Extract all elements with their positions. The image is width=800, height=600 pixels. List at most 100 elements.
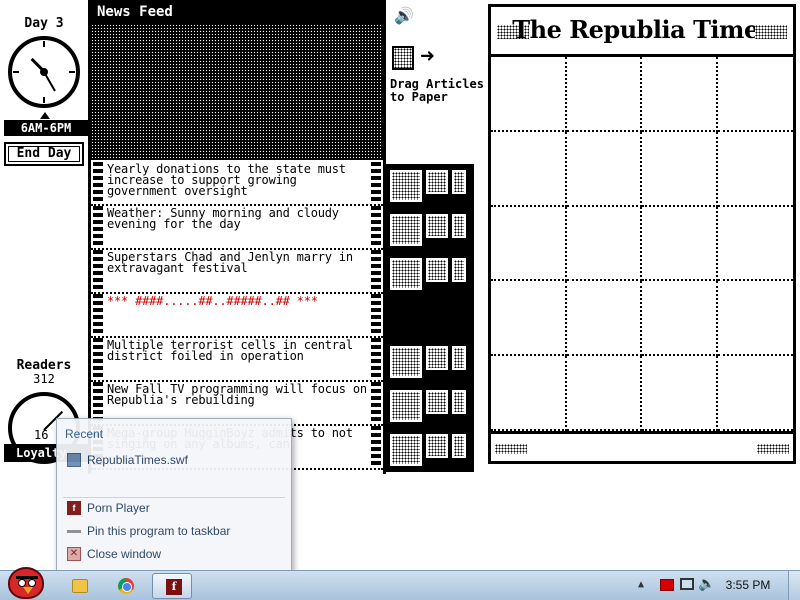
drop-cell[interactable]	[642, 131, 718, 207]
small-size-button[interactable]	[452, 258, 466, 282]
story-text: Multiple terrorist cells in central dist…	[107, 338, 353, 363]
drop-cell[interactable]	[566, 281, 642, 357]
drop-cell[interactable]	[566, 356, 642, 431]
taskbar: f ▲ 🔈 3:55 PM	[0, 567, 800, 600]
medium-size-button[interactable]	[426, 390, 448, 414]
flash-player-icon: f	[67, 501, 81, 515]
action-center-flag-icon[interactable]	[660, 579, 674, 591]
drop-cell[interactable]	[717, 57, 793, 132]
news-story[interactable]: Multiple terrorist cells in central dist…	[91, 338, 383, 382]
flash-player-icon: f	[166, 579, 182, 595]
drag-instruction: Drag Articles to Paper	[390, 77, 484, 104]
volume-icon[interactable]: 🔈	[698, 576, 715, 592]
medium-size-button[interactable]	[426, 170, 448, 194]
clock-icon	[8, 36, 80, 108]
size-buttons-row	[386, 428, 474, 472]
newspaper-layout: The Republia Times	[488, 4, 796, 464]
recent-file-label: RepubliaTimes.swf	[87, 453, 188, 467]
folder-icon	[72, 579, 88, 593]
drop-cell[interactable]	[717, 356, 793, 431]
drop-cell[interactable]	[491, 206, 567, 282]
drop-cell[interactable]	[642, 281, 718, 357]
show-desktop-button[interactable]	[788, 571, 800, 600]
drop-cell[interactable]	[491, 281, 567, 357]
large-size-button[interactable]	[390, 170, 422, 202]
drop-cell[interactable]	[491, 131, 567, 207]
loyalty-value: 16	[34, 428, 49, 442]
small-size-button[interactable]	[452, 390, 466, 414]
end-day-button[interactable]: End Day	[4, 142, 84, 166]
censored-story[interactable]: *** ####.....##..#####..## ***	[91, 294, 383, 338]
drop-cell[interactable]	[566, 206, 642, 282]
start-button[interactable]	[2, 563, 48, 600]
network-icon[interactable]	[680, 578, 694, 590]
drop-cell[interactable]	[566, 57, 642, 132]
newspaper-title: The Republia Times	[512, 15, 772, 44]
news-story[interactable]: Weather: Sunny morning and cloudy evenin…	[91, 206, 383, 250]
pin-label: Pin this program to taskbar	[87, 524, 231, 538]
story-text: Weather: Sunny morning and cloudy evenin…	[107, 206, 339, 231]
drop-cell[interactable]	[717, 132, 793, 207]
close-label: Close window	[87, 547, 162, 561]
drop-cell[interactable]	[642, 57, 718, 132]
size-buttons-row	[386, 340, 474, 384]
chrome-taskbar-button[interactable]	[106, 573, 146, 599]
story-text: Yearly donations to the state must incre…	[107, 162, 346, 198]
readers-count: 312	[33, 372, 55, 386]
drop-cell[interactable]	[642, 206, 718, 282]
app-launch-item[interactable]: f Porn Player	[65, 497, 285, 519]
news-story[interactable]: Superstars Chad and Jenlyn marry in extr…	[91, 250, 383, 294]
work-hours: 6AM-6PM	[4, 120, 88, 136]
masthead: The Republia Times	[491, 7, 793, 57]
size-buttons-row	[386, 384, 474, 428]
small-size-button[interactable]	[452, 346, 466, 370]
disabled-row	[386, 296, 474, 340]
close-window-item[interactable]: ✕ Close window	[65, 543, 285, 565]
medium-size-button[interactable]	[426, 258, 448, 282]
show-hidden-icons-icon[interactable]: ▲	[638, 579, 644, 590]
footer-ornament	[495, 444, 527, 454]
chrome-icon	[118, 578, 134, 594]
news-story[interactable]: Yearly donations to the state must incre…	[91, 162, 383, 206]
size-buttons-row	[386, 164, 474, 208]
size-buttons-row	[386, 208, 474, 252]
time-marker-icon	[40, 112, 50, 119]
pin-to-taskbar-item[interactable]: Pin this program to taskbar	[65, 520, 285, 542]
drop-cell[interactable]	[491, 356, 567, 431]
explorer-taskbar-button[interactable]	[60, 573, 100, 599]
article-drop-grid[interactable]	[491, 57, 793, 431]
feed-title: News Feed	[91, 0, 383, 24]
large-size-button[interactable]	[390, 434, 422, 466]
large-size-button[interactable]	[390, 258, 422, 290]
arrow-right-icon: ➜	[420, 42, 435, 70]
speaker-icon[interactable]: 🔊	[394, 6, 414, 25]
taskbar-jump-list: Recent RepubliaTimes.swf f Porn Player P…	[56, 418, 292, 574]
flash-player-taskbar-button[interactable]: f	[152, 573, 192, 599]
small-size-button[interactable]	[452, 434, 466, 458]
status-panel: Day 3 6AM-6PM End Day Readers 312 16 Loy…	[0, 0, 88, 480]
small-size-button[interactable]	[452, 214, 466, 238]
footer-ornament	[757, 444, 789, 454]
pin-icon	[67, 530, 81, 544]
medium-size-button[interactable]	[426, 346, 448, 370]
recent-file-item[interactable]: RepubliaTimes.swf	[65, 449, 285, 471]
feed-image-placeholder	[91, 24, 383, 160]
actions-panel: 🔊 ➜ Drag Articles to Paper	[386, 0, 486, 474]
drop-cell[interactable]	[717, 207, 793, 282]
story-text: Superstars Chad and Jenlyn marry in extr…	[107, 250, 353, 275]
masthead-ornament	[755, 25, 787, 39]
drop-cell[interactable]	[491, 57, 567, 132]
drop-cell[interactable]	[642, 356, 718, 431]
large-size-button[interactable]	[390, 346, 422, 378]
large-size-button[interactable]	[390, 214, 422, 246]
app-name-label: Porn Player	[87, 501, 150, 515]
drop-cell[interactable]	[566, 131, 642, 207]
large-size-button[interactable]	[390, 390, 422, 422]
small-size-button[interactable]	[452, 170, 466, 194]
medium-size-button[interactable]	[426, 214, 448, 238]
medium-size-button[interactable]	[426, 434, 448, 458]
day-label: Day 3	[24, 16, 64, 31]
close-icon: ✕	[67, 547, 81, 561]
drop-cell[interactable]	[717, 281, 793, 357]
system-clock[interactable]: 3:55 PM	[720, 578, 776, 592]
